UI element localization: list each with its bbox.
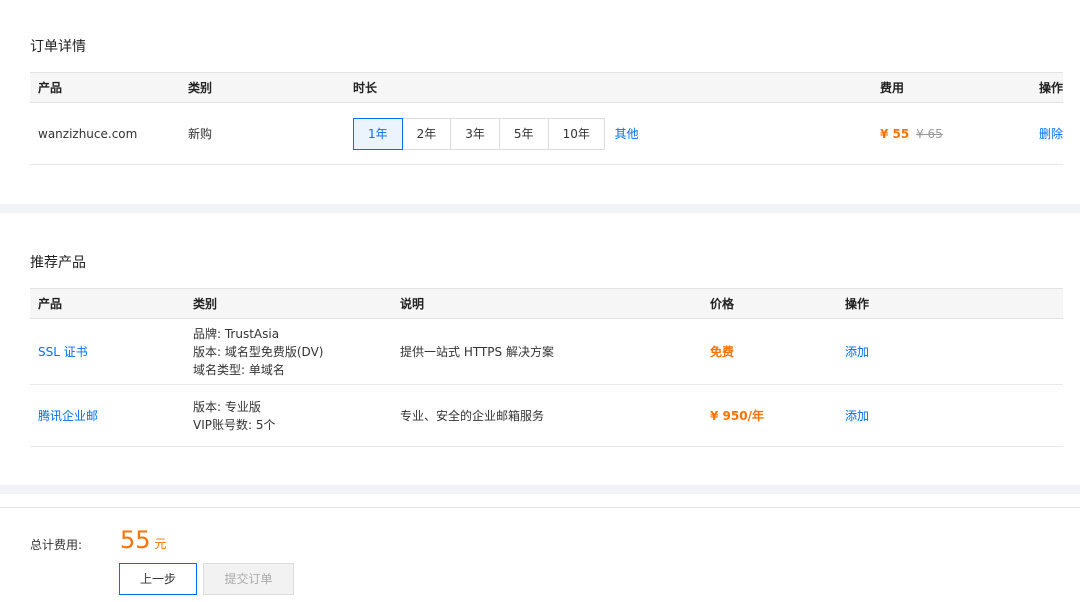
total-amount: 55 元 (120, 526, 167, 554)
total-unit: 元 (154, 537, 167, 551)
table-row: 腾讯企业邮 版本: 专业版 VIP账号数: 5个 专业、安全的企业邮箱服务 ¥ … (30, 384, 1063, 447)
section-divider (0, 204, 1080, 213)
mail-price: ¥ 950/年 (710, 409, 764, 423)
rec-price-mail-cell: ¥ 950/年 (702, 384, 837, 447)
col-product: 产品 (30, 72, 180, 103)
rec-product-ssl: SSL 证书 (30, 318, 185, 385)
rec-col-action: 操作 (837, 288, 1063, 319)
col-category: 类别 (180, 72, 345, 103)
rec-category-mail: 版本: 专业版 VIP账号数: 5个 (185, 384, 392, 447)
submit-order-button[interactable]: 提交订单 (203, 563, 294, 595)
mail-version: 版本: 专业版 (193, 399, 261, 414)
mail-add-link[interactable]: 添加 (845, 409, 869, 423)
ssl-brand: 品牌: TrustAsia (193, 326, 280, 341)
duration-cell: 1年 2年 3年 5年 10年 其他 (345, 102, 872, 165)
duration-selector: 1年 2年 3年 5年 10年 (353, 117, 605, 150)
rec-col-category: 类别 (185, 288, 392, 319)
table-row: SSL 证书 品牌: TrustAsia 版本: 域名型免费版(DV) 域名类型… (30, 318, 1063, 385)
rec-action-ssl-cell: 添加 (837, 318, 1063, 385)
duration-option-2y[interactable]: 2年 (402, 117, 452, 150)
order-fee: ¥ 55 ¥ 65 (872, 102, 1017, 165)
rec-category-ssl: 品牌: TrustAsia 版本: 域名型免费版(DV) 域名类型: 单域名 (185, 318, 392, 385)
total-number: 55 (120, 526, 151, 554)
duration-other-link[interactable]: 其他 (615, 127, 639, 141)
col-fee: 费用 (872, 72, 1017, 103)
order-category: 新购 (180, 102, 345, 165)
duration-option-10y[interactable]: 10年 (548, 117, 605, 150)
order-product: wanzizhuce.com (30, 102, 180, 165)
duration-option-3y[interactable]: 3年 (451, 117, 500, 150)
mail-product-link[interactable]: 腾讯企业邮 (38, 409, 98, 423)
col-duration: 时长 (345, 72, 872, 103)
recommend-section: 推荐产品 产品 类别 说明 价格 操作 SSL 证书 品牌: TrustAsia… (0, 213, 1080, 485)
prev-step-button[interactable]: 上一步 (119, 563, 197, 595)
recommend-title: 推荐产品 (30, 255, 86, 271)
duration-option-1y[interactable]: 1年 (353, 117, 403, 150)
col-action: 操作 (1017, 72, 1063, 103)
order-original-price: ¥ 65 (916, 126, 943, 141)
delete-link[interactable]: 删除 (1039, 127, 1063, 141)
ssl-domain-type: 域名类型: 单域名 (193, 362, 285, 377)
rec-col-price: 价格 (702, 288, 837, 319)
recommend-table: 产品 类别 说明 价格 操作 SSL 证书 品牌: TrustAsia 版本: … (30, 288, 1063, 447)
duration-option-5y[interactable]: 5年 (499, 117, 549, 150)
rec-desc-ssl: 提供一站式 HTTPS 解决方案 (392, 318, 702, 385)
recommend-header-row: 产品 类别 说明 价格 操作 (30, 288, 1063, 319)
total-label: 总计费用: (30, 538, 83, 552)
ssl-product-link[interactable]: SSL 证书 (38, 345, 88, 359)
mail-vip-count: VIP账号数: 5个 (193, 417, 276, 432)
rec-product-mail: 腾讯企业邮 (30, 384, 185, 447)
order-header-row: 产品 类别 时长 费用 操作 (30, 72, 1063, 103)
summary-top-line (0, 507, 1080, 508)
order-section: 订单详情 产品 类别 时长 费用 操作 wanzizhuce.com 新购 1年… (0, 0, 1080, 204)
ssl-version: 版本: 域名型免费版(DV) (193, 344, 324, 359)
rec-desc-mail: 专业、安全的企业邮箱服务 (392, 384, 702, 447)
order-table: 产品 类别 时长 费用 操作 wanzizhuce.com 新购 1年 2年 3… (30, 72, 1063, 165)
order-row: wanzizhuce.com 新购 1年 2年 3年 5年 10年 其他 ¥ 5… (30, 102, 1063, 165)
order-price: ¥ 55 (880, 126, 910, 141)
order-title: 订单详情 (30, 39, 86, 55)
rec-price-ssl-cell: 免费 (702, 318, 837, 385)
section-divider (0, 485, 1080, 494)
ssl-price: 免费 (710, 345, 735, 359)
rec-action-mail-cell: 添加 (837, 384, 1063, 447)
rec-col-desc: 说明 (392, 288, 702, 319)
rec-col-product: 产品 (30, 288, 185, 319)
ssl-add-link[interactable]: 添加 (845, 345, 869, 359)
order-action-cell: 删除 (1017, 102, 1063, 165)
